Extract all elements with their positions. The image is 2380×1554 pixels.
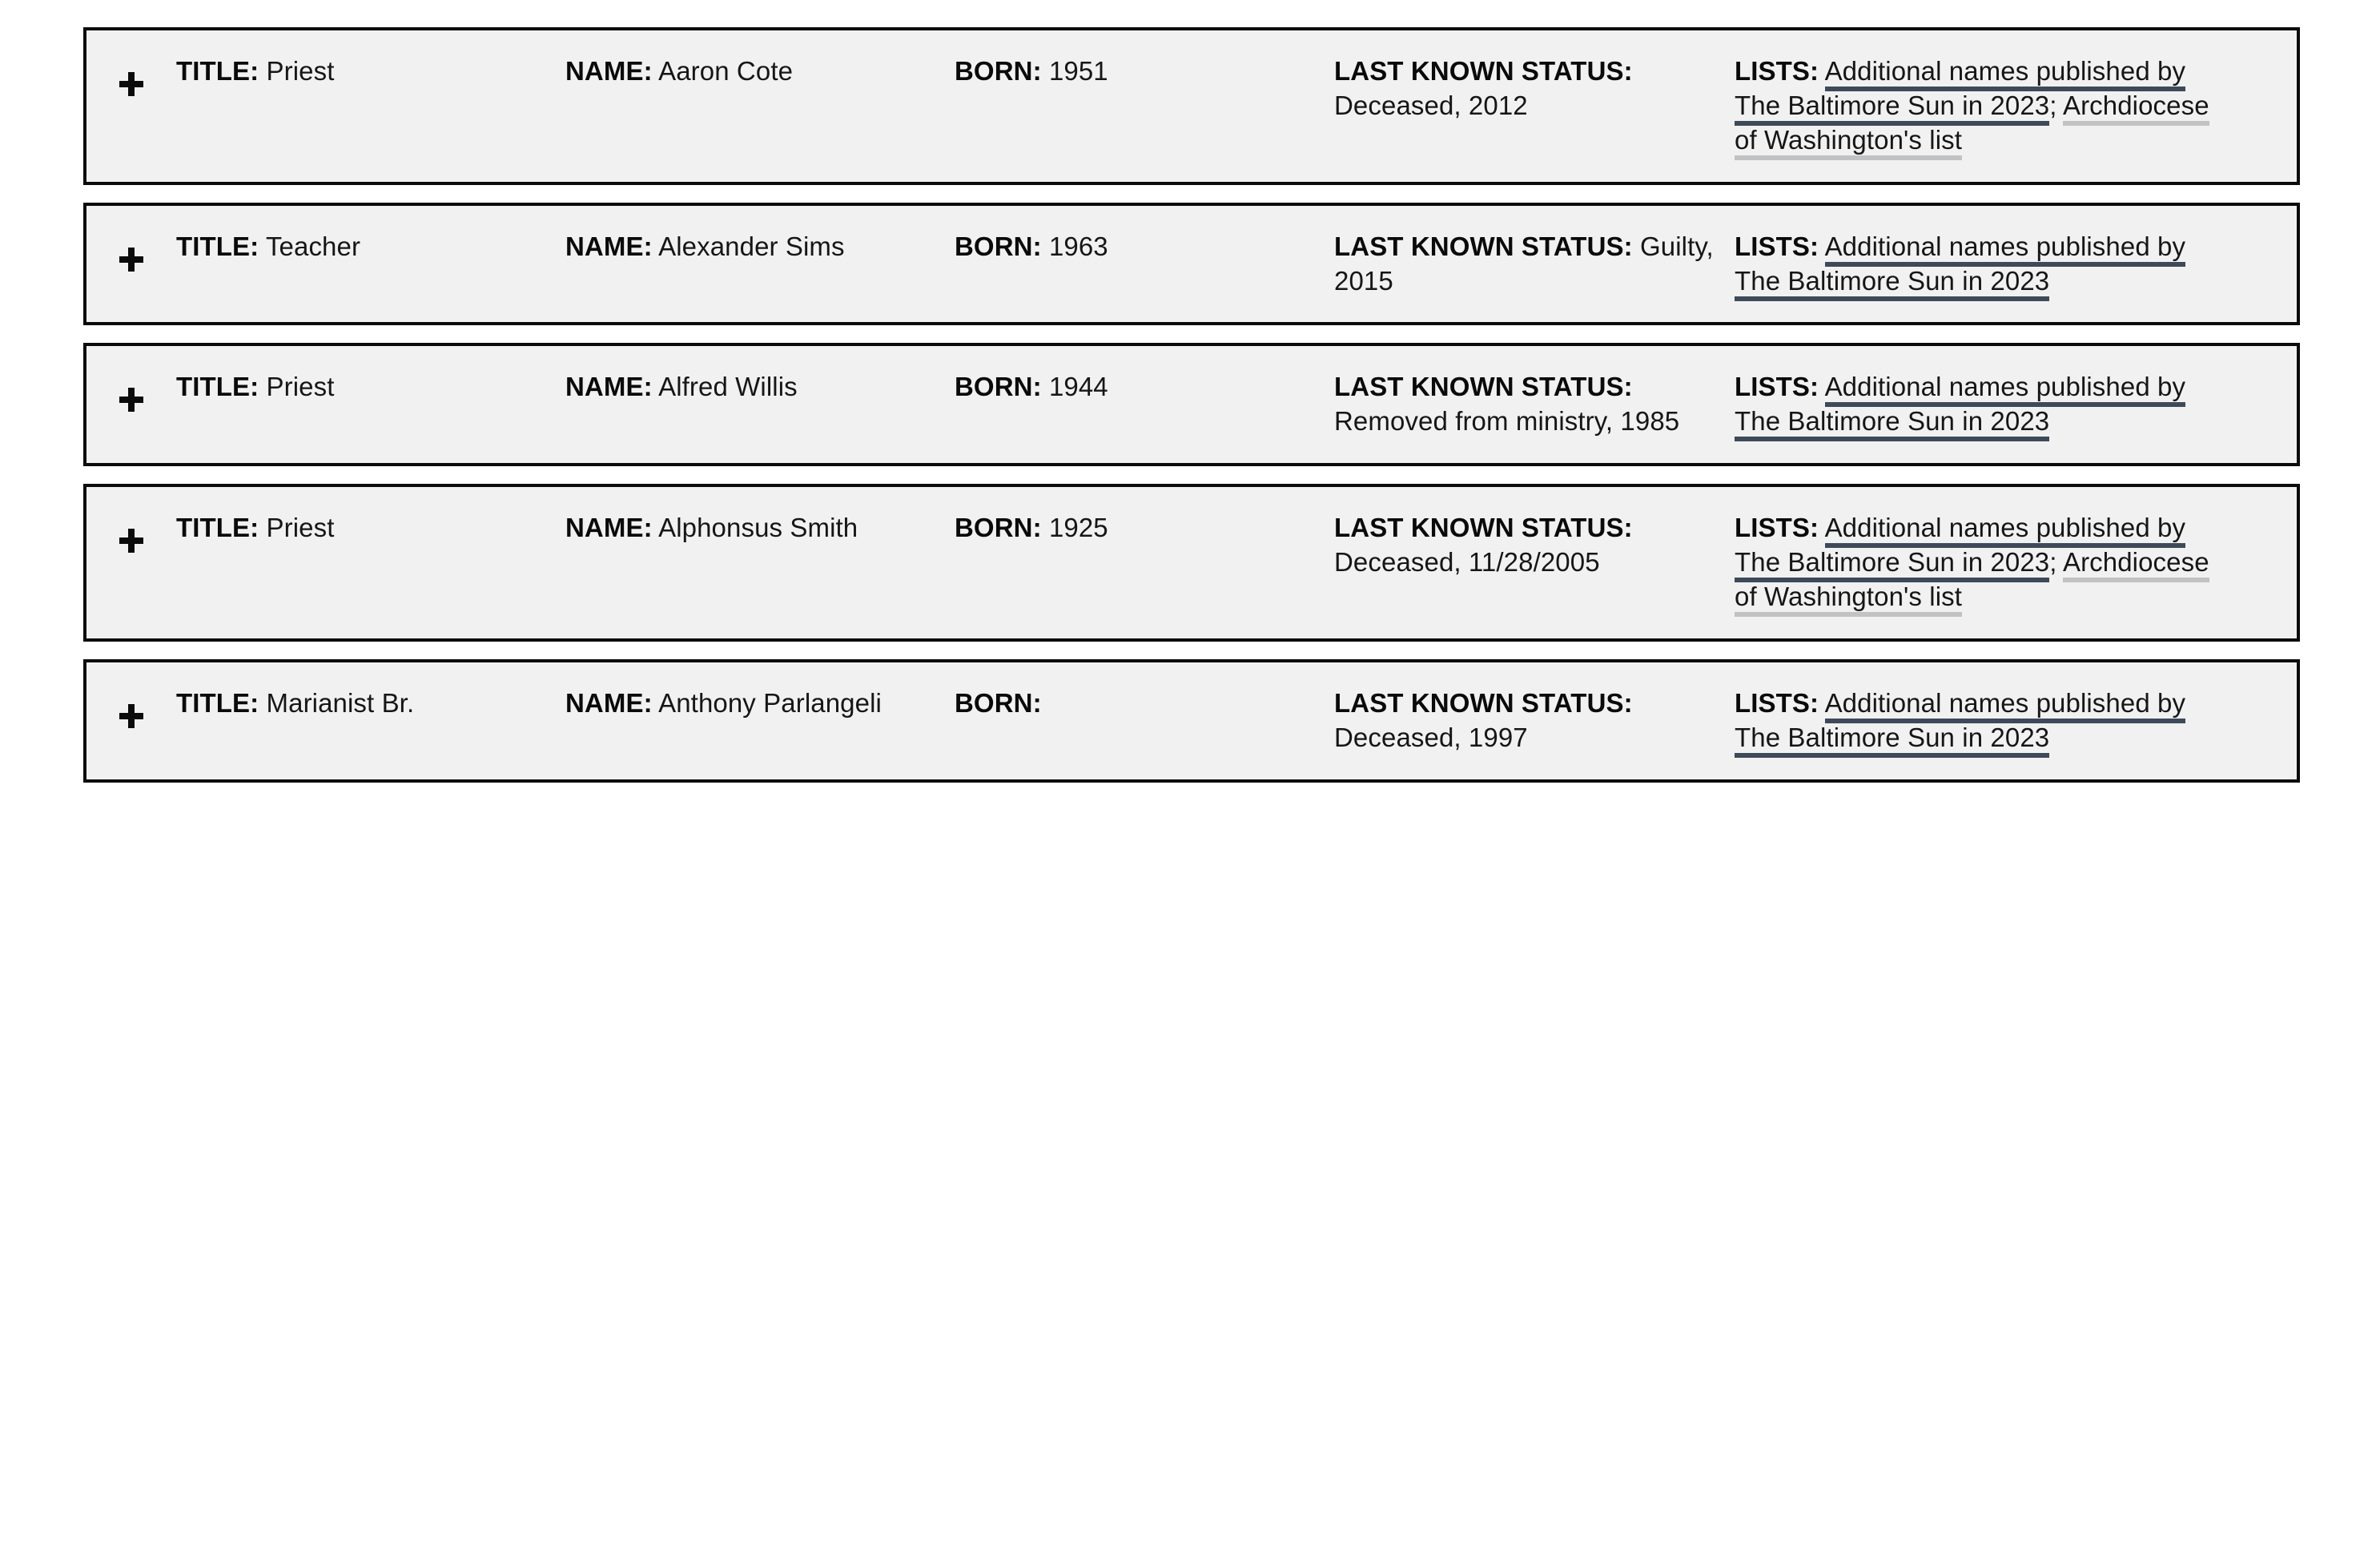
record-status-label: LAST KNOWN STATUS: [1334,372,1633,402]
record-status-value: Deceased, 11/28/2005 [1334,547,1600,578]
expand-record-button[interactable] [86,686,176,728]
plus-icon [119,247,143,272]
record-lists: LISTS: Additional names published by The… [1735,370,2239,442]
record-lists-label: LISTS: [1735,513,1819,543]
plus-icon [119,72,143,96]
record-born-value: 1963 [1048,231,1108,261]
record-born: BORN: 1951 [955,54,1334,89]
record-status: LAST KNOWN STATUS: Deceased, 2012 [1334,54,1735,123]
record-name-value: Aaron Cote [658,56,794,86]
record-born-value: 1951 [1048,56,1108,86]
plus-icon [119,703,143,728]
record-lists: LISTS: Additional names published by The… [1735,54,2239,160]
record-name: NAME: Alfred Willis [565,370,955,405]
record-title: TITLE: Priest [176,54,565,89]
record-name-label: NAME: [565,687,653,718]
record-status-value: Deceased, 2012 [1334,90,1528,120]
record-born-label: BORN: [955,231,1042,261]
expand-record-button[interactable] [86,370,176,413]
record-title: TITLE: Teacher [176,230,565,264]
expand-record-button[interactable] [86,511,176,554]
record-title-value: Priest [266,513,335,543]
record-title-label: TITLE: [176,513,259,543]
record-status-value: Removed from ministry, 1985 [1334,406,1680,437]
record-born: BORN: 1925 [955,511,1334,546]
record-name: NAME: Alexander Sims [565,230,955,264]
record-born-value: 1925 [1048,513,1108,543]
record-status-label: LAST KNOWN STATUS: [1334,687,1633,718]
list-separator: ; [2049,90,2057,120]
record-born-value: 1944 [1048,372,1108,402]
record-name-value: Alfred Willis [658,372,798,402]
record-title-value: Priest [266,56,335,86]
record-title-label: TITLE: [176,687,259,718]
record-born-label: BORN: [955,513,1042,543]
record-title-value: Marianist Br. [266,687,415,718]
record-lists-label: LISTS: [1735,231,1819,261]
record-born: BORN: [955,686,1334,721]
list-separator: ; [2049,547,2057,578]
record-name-label: NAME: [565,56,653,86]
record-card[interactable]: TITLE: Priest NAME: Alfred Willis BORN: 19… [83,343,2300,467]
record-title-label: TITLE: [176,231,259,261]
expand-record-button[interactable] [86,54,176,96]
records-list: TITLE: Priest NAME: Aaron Cote BORN: 1951 L… [0,0,2380,783]
record-status-label: LAST KNOWN STATUS: [1334,56,1633,86]
record-born-label: BORN: [955,372,1042,402]
record-status-value: Deceased, 1997 [1334,722,1528,752]
record-born: BORN: 1963 [955,230,1334,264]
record-born-label: BORN: [955,56,1042,86]
record-name-label: NAME: [565,231,653,261]
record-status-label: LAST KNOWN STATUS: [1334,513,1633,543]
record-name-value: Alexander Sims [658,231,845,261]
plus-icon [119,529,143,554]
record-lists: LISTS: Additional names published by The… [1735,511,2239,618]
record-card[interactable]: TITLE: Priest NAME: Alphonsus Smith BORN: … [83,484,2300,642]
record-title: TITLE: Priest [176,370,565,405]
expand-record-button[interactable] [86,230,176,272]
record-name: NAME: Alphonsus Smith [565,511,955,546]
record-name: NAME: Aaron Cote [565,54,955,89]
record-lists: LISTS: Additional names published by The… [1735,230,2239,301]
record-name-value: Anthony Parlangeli [658,687,882,718]
record-name-value: Alphonsus Smith [658,513,858,543]
record-card[interactable]: TITLE: Priest NAME: Aaron Cote BORN: 1951 L… [83,27,2300,185]
record-name-label: NAME: [565,372,653,402]
record-born: BORN: 1944 [955,370,1334,405]
record-born-label: BORN: [955,687,1042,718]
record-title-value: Teacher [265,231,361,261]
record-status-label: LAST KNOWN STATUS: [1334,231,1633,261]
record-lists-label: LISTS: [1735,687,1819,718]
plus-icon [119,388,143,413]
record-name: NAME: Anthony Parlangeli [565,686,955,721]
record-title: TITLE: Marianist Br. [176,686,565,721]
record-title-label: TITLE: [176,56,259,86]
record-title-value: Priest [266,372,335,402]
record-status: LAST KNOWN STATUS: Deceased, 1997 [1334,686,1735,755]
record-title-label: TITLE: [176,372,259,402]
record-card[interactable]: TITLE: Marianist Br. NAME: Anthony Parlan… [83,658,2300,783]
record-name-label: NAME: [565,513,653,543]
record-status: LAST KNOWN STATUS: Deceased, 11/28/2005 [1334,511,1735,580]
record-status: LAST KNOWN STATUS: Removed from ministry… [1334,370,1735,439]
record-lists-label: LISTS: [1735,372,1819,402]
record-card[interactable]: TITLE: Teacher NAME: Alexander Sims BORN: … [83,202,2300,326]
record-title: TITLE: Priest [176,511,565,546]
record-lists: LISTS: Additional names published by The… [1735,686,2239,758]
record-lists-label: LISTS: [1735,56,1819,86]
record-status: LAST KNOWN STATUS: Guilty, 2015 [1334,230,1735,299]
